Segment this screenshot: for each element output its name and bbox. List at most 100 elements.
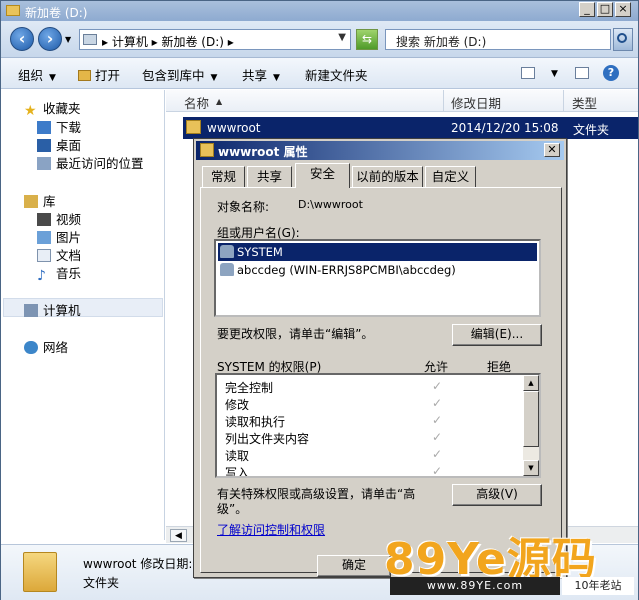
nav-libraries-label: 库 — [43, 194, 56, 209]
dialog-title-bar: wwwroot 属性 ✕ — [196, 141, 564, 160]
file-row[interactable]: wwwroot 2014/12/20 15:08 文件夹 — [183, 117, 638, 139]
nav-downloads[interactable]: 下载 — [37, 117, 81, 136]
open-button[interactable]: 打开 — [78, 65, 120, 84]
documents-icon — [37, 249, 51, 262]
nav-computer-label: 计算机 — [43, 303, 81, 318]
file-type: 文件夹 — [573, 123, 610, 137]
advanced-button[interactable]: 高级(V) — [452, 484, 542, 506]
nav-pictures-label: 图片 — [56, 230, 82, 245]
scroll-up-icon[interactable]: ▲ — [523, 375, 539, 391]
permission-row: 修改 ✓ — [225, 396, 530, 413]
nav-pictures[interactable]: 图片 — [37, 227, 81, 246]
new-folder-button[interactable]: 新建文件夹 — [305, 65, 368, 84]
watermark-logo: 89Ye源码 www.89YE.com 10年老站 — [384, 527, 639, 600]
allow-check-icon: ✓ — [432, 447, 443, 461]
view-options-icon[interactable] — [521, 67, 535, 79]
permission-name: 修改 — [225, 398, 250, 412]
folder-icon — [186, 120, 201, 134]
close-icon[interactable]: ✕ — [544, 143, 560, 157]
tab-sharing[interactable]: 共享 — [247, 166, 292, 187]
user-item-system[interactable]: SYSTEM — [218, 243, 537, 261]
user-item-abccdeg[interactable]: abccdeg (WIN-ERRJS8PCMBI\abccdeg) — [218, 261, 537, 279]
videos-icon — [37, 213, 51, 226]
nav-libraries[interactable]: 库 — [24, 191, 56, 210]
properties-dialog: wwwroot 属性 ✕ 常规 共享 安全 以前的版本 自定义 对象名称: D:… — [193, 138, 567, 578]
breadcrumb[interactable]: ▸ 计算机 ▸ 新加卷 (D:) ▸ — [102, 33, 234, 50]
chevron-down-icon[interactable]: ▼ — [338, 32, 346, 43]
share-menu[interactable]: 共享 ▼ — [242, 65, 280, 84]
refresh-icon[interactable]: ⇆ — [356, 29, 378, 50]
forward-arrow-icon[interactable]: › — [38, 27, 62, 51]
search-input[interactable]: 搜索 新加卷 (D:) — [385, 29, 611, 50]
include-library-menu[interactable]: 包含到库中 ▼ — [142, 65, 217, 84]
computer-icon — [24, 304, 38, 317]
column-modified[interactable]: 修改日期 — [451, 93, 501, 112]
tab-previous-versions[interactable]: 以前的版本 — [352, 166, 423, 187]
tab-customize[interactable]: 自定义 — [425, 166, 476, 187]
open-folder-icon — [78, 70, 91, 81]
allow-check-icon: ✓ — [432, 379, 443, 393]
nav-videos[interactable]: 视频 — [37, 209, 81, 228]
vertical-scrollbar[interactable]: ▲ ▼ — [523, 375, 539, 476]
nav-music-label: 音乐 — [56, 266, 82, 281]
search-icon — [617, 33, 627, 43]
column-divider[interactable] — [443, 90, 444, 112]
nav-network[interactable]: 网络 — [24, 337, 68, 356]
address-bar[interactable]: ▸ 计算机 ▸ 新加卷 (D:) ▸ ▼ — [79, 29, 351, 50]
access-control-help-link[interactable]: 了解访问控制和权限 — [217, 521, 325, 538]
tab-security[interactable]: 安全 — [295, 163, 350, 188]
nav-music[interactable]: ♪ 音乐 — [37, 263, 81, 283]
back-arrow-icon[interactable]: ‹ — [10, 27, 34, 51]
permission-row: 列出文件夹内容 ✓ — [225, 430, 530, 447]
organize-menu[interactable]: 组织 ▼ — [18, 65, 56, 84]
nav-computer[interactable]: 计算机 — [24, 300, 81, 319]
search-placeholder: 搜索 新加卷 (D:) — [396, 35, 487, 49]
column-name[interactable]: 名称 — [184, 93, 209, 112]
user-name: SYSTEM — [237, 245, 283, 259]
permission-name: 列出文件夹内容 — [225, 432, 310, 446]
share-label: 共享 — [242, 68, 268, 83]
minimize-button[interactable]: _ — [579, 2, 595, 17]
user-group-icon — [220, 245, 234, 258]
column-divider[interactable] — [563, 90, 564, 112]
watermark-tag: 10年老站 — [562, 577, 634, 595]
scroll-left-icon[interactable]: ◀ — [170, 529, 187, 542]
scroll-down-icon[interactable]: ▼ — [523, 460, 539, 476]
tab-general[interactable]: 常规 — [202, 166, 245, 187]
view-dropdown-icon[interactable]: ▼ — [551, 69, 558, 79]
column-header: 名称 ▲ 修改日期 类型 — [166, 90, 638, 112]
nav-favorites[interactable]: ★ 收藏夹 — [24, 98, 81, 118]
ok-button[interactable]: 确定 — [317, 555, 391, 577]
pictures-icon — [37, 231, 51, 244]
preview-pane-icon[interactable] — [575, 67, 589, 79]
search-button[interactable] — [613, 28, 633, 51]
edit-button[interactable]: 编辑(E)... — [452, 324, 542, 346]
help-icon[interactable]: ? — [603, 65, 619, 81]
scroll-thumb[interactable] — [523, 391, 539, 447]
close-button[interactable]: × — [615, 2, 631, 17]
user-icon — [220, 263, 234, 276]
folder-icon — [6, 5, 20, 16]
library-icon — [24, 195, 38, 208]
nav-recent[interactable]: 最近访问的位置 — [37, 153, 144, 172]
sort-up-icon: ▲ — [216, 97, 223, 106]
maximize-button[interactable]: □ — [597, 2, 613, 17]
allow-check-icon: ✓ — [432, 464, 443, 478]
folder-icon — [23, 552, 57, 592]
permission-row: 读取 ✓ — [225, 447, 530, 464]
nav-desktop[interactable]: 桌面 — [37, 135, 81, 154]
advanced-text-cont: 级”。 — [217, 502, 248, 516]
column-type[interactable]: 类型 — [572, 93, 597, 112]
nav-documents-label: 文档 — [56, 248, 82, 263]
history-dropdown-icon[interactable]: ▼ — [65, 35, 71, 44]
permission-row: 读取和执行 ✓ — [225, 413, 530, 430]
nav-favorites-label: 收藏夹 — [43, 101, 81, 116]
open-label: 打开 — [95, 68, 121, 83]
permissions-list: 完全控制 ✓ 修改 ✓ 读取和执行 ✓ 列出文件夹内容 ✓ 读取 ✓ 写入 ✓ ▲ ▼ — [215, 373, 541, 478]
nav-recent-label: 最近访问的位置 — [56, 156, 144, 171]
window-title: 新加卷 (D:) — [25, 6, 88, 20]
nav-documents[interactable]: 文档 — [37, 245, 81, 264]
object-name-value: D:\wwwroot — [298, 198, 363, 211]
dialog-title: wwwroot 属性 — [218, 145, 308, 159]
permission-row: 写入 ✓ — [225, 464, 530, 478]
